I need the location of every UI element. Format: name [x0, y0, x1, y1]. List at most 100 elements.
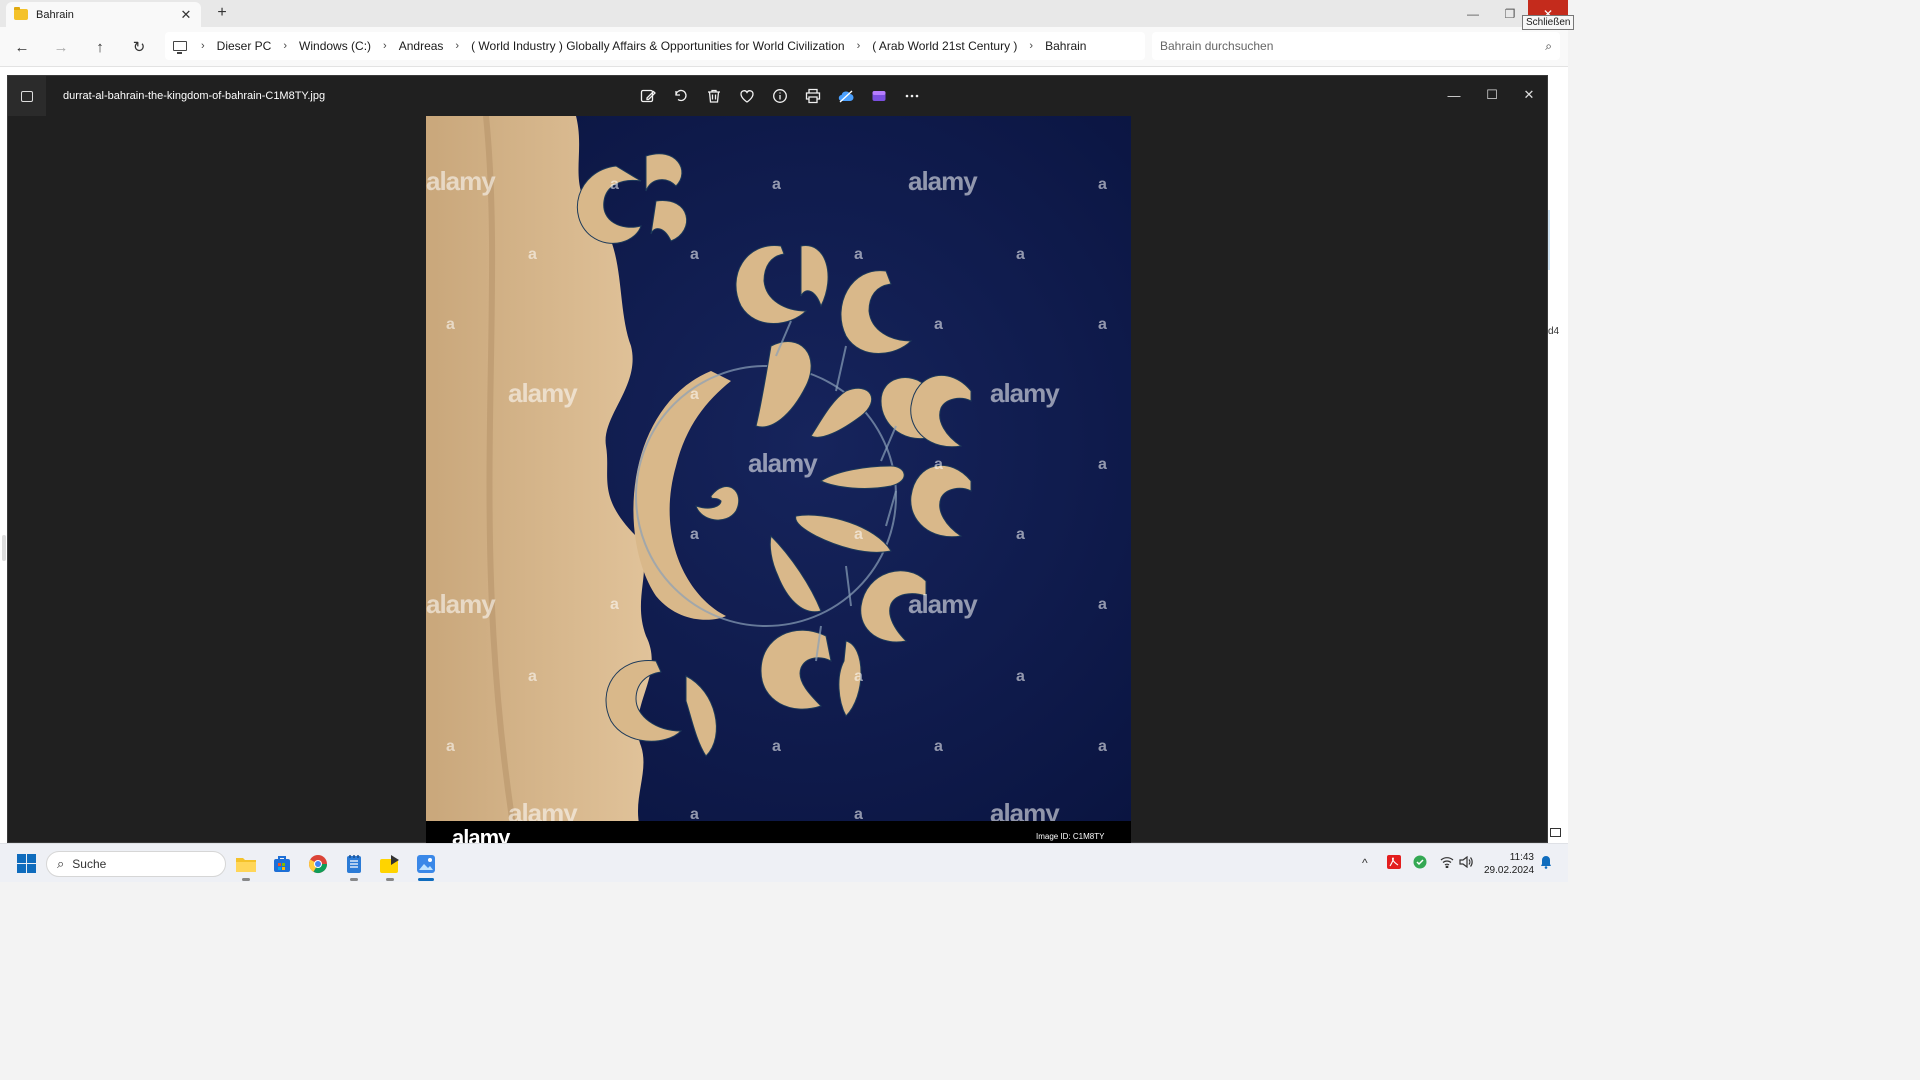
search-input[interactable]: Bahrain durchsuchen ⌕ — [1152, 32, 1560, 60]
breadcrumb-dieser-pc[interactable]: Dieser PC — [217, 39, 272, 53]
start-windows-icon[interactable] — [17, 854, 36, 873]
watermark-a: a — [854, 668, 863, 685]
chevron-right-icon[interactable]: › — [455, 40, 459, 52]
new-tab-button[interactable]: + — [213, 4, 231, 22]
photos-icon[interactable] — [414, 852, 438, 881]
image-id-label: Image ID: C1M8TY — [1036, 832, 1105, 841]
chevron-up-icon[interactable]: ^ — [1362, 856, 1368, 870]
more-icon[interactable] — [902, 86, 922, 106]
watermark-a: a — [446, 738, 455, 755]
resize-grip[interactable] — [2, 535, 6, 561]
viewer-topbar: durrat-al-bahrain-the-kingdom-of-bahrain… — [8, 76, 1547, 116]
breadcrumb-andreas[interactable]: Andreas — [399, 39, 444, 53]
tab-label: Bahrain — [36, 8, 74, 21]
notification-bell-icon[interactable] — [1540, 855, 1552, 872]
satellite-photo: alamy alamy alamy alamy alamy alamy alam… — [426, 116, 1131, 844]
photo-footer-strip: alamy Image ID: C1M8TY — [426, 821, 1131, 844]
photos-app-icon[interactable] — [8, 76, 46, 116]
tab-close-icon[interactable]: ✕ — [179, 7, 193, 23]
watermark-a: a — [446, 316, 455, 333]
viewer-filename: durrat-al-bahrain-the-kingdom-of-bahrain… — [63, 90, 326, 102]
chevron-right-icon[interactable]: › — [857, 40, 861, 52]
viewer-maximize-button[interactable]: ☐ — [1474, 80, 1510, 110]
search-placeholder: Bahrain durchsuchen — [1160, 39, 1274, 53]
breadcrumb-arab-world[interactable]: ( Arab World 21st Century ) — [872, 39, 1017, 53]
watermark-alamy: alamy — [508, 378, 578, 408]
photo-viewer-window: durrat-al-bahrain-the-kingdom-of-bahrain… — [7, 75, 1548, 844]
watermark-a: a — [690, 386, 699, 403]
acrobat-tray-icon[interactable] — [1387, 855, 1401, 872]
watermark-a: a — [1016, 668, 1025, 685]
clock-time: 11:43 — [1509, 852, 1534, 863]
watermark-a: a — [854, 246, 863, 263]
watermark-alamy: alamy — [990, 378, 1060, 408]
watermark-alamy: alamy — [908, 589, 978, 619]
viewer-toolbar — [638, 86, 922, 106]
address-bar[interactable]: › Dieser PC › Windows (C:) › Andreas › (… — [165, 32, 1145, 60]
player-icon[interactable] — [378, 852, 402, 881]
wifi-icon[interactable] — [1440, 856, 1454, 871]
edge-highlight — [1548, 210, 1550, 270]
taskbar-search-label: Suche — [72, 857, 107, 871]
watermark-a: a — [1098, 456, 1107, 473]
watermark-a: a — [934, 738, 943, 755]
notepad-icon[interactable] — [342, 852, 366, 881]
satellite-image-drawing — [426, 116, 1131, 844]
watermark-a: a — [772, 176, 781, 193]
watermark-a: a — [934, 456, 943, 473]
onedrive-icon[interactable] — [836, 86, 856, 106]
taskbar: ⌕ Suche ^ 11:43 29.02.2024 — [0, 843, 1568, 882]
watermark-a: a — [1016, 526, 1025, 543]
explorer-navbar: ← → ↑ ↻ › Dieser PC › Windows (C:) › And… — [0, 27, 1568, 67]
edit-icon[interactable] — [638, 86, 658, 106]
delete-icon[interactable] — [704, 86, 724, 106]
breadcrumb-windows-c[interactable]: Windows (C:) — [299, 39, 371, 53]
print-icon[interactable] — [803, 86, 823, 106]
folder-icon — [14, 7, 28, 20]
watermark-a: a — [1098, 596, 1107, 613]
rotate-icon[interactable] — [671, 86, 691, 106]
breadcrumb-bahrain[interactable]: Bahrain — [1045, 39, 1086, 53]
watermark-a: a — [934, 316, 943, 333]
watermark-a: a — [772, 738, 781, 755]
watermark-a: a — [690, 246, 699, 263]
chevron-right-icon[interactable]: › — [383, 40, 387, 52]
watermark-a: a — [1016, 246, 1025, 263]
chrome-icon[interactable] — [306, 852, 330, 876]
breadcrumb-world-industry[interactable]: ( World Industry ) Globally Affairs & Op… — [471, 39, 844, 53]
chevron-right-icon[interactable]: › — [201, 40, 205, 52]
forward-arrow-icon[interactable]: → — [51, 37, 71, 57]
minimize-button[interactable]: — — [1453, 0, 1493, 27]
search-icon: ⌕ — [57, 856, 65, 871]
watermark-a: a — [1098, 176, 1107, 193]
viewer-minimize-button[interactable]: — — [1436, 80, 1472, 110]
chevron-right-icon[interactable]: › — [283, 40, 287, 52]
refresh-icon[interactable]: ↻ — [129, 37, 149, 57]
volume-icon[interactable] — [1459, 855, 1473, 871]
watermark-a: a — [610, 596, 619, 613]
details-pane-icon[interactable] — [1550, 828, 1561, 837]
up-arrow-icon[interactable]: ↑ — [90, 37, 110, 57]
close-tooltip: Schließen — [1522, 15, 1575, 30]
watermark-alamy: alamy — [748, 448, 818, 478]
watermark-alamy: alamy — [426, 589, 496, 619]
file-explorer-icon[interactable] — [234, 852, 258, 881]
explorer-titlebar: Bahrain ✕ + — ❐ ✕ Schließen — [0, 0, 1575, 30]
chevron-right-icon[interactable]: › — [1029, 40, 1033, 52]
security-tray-icon[interactable] — [1413, 855, 1427, 872]
watermark-a: a — [528, 668, 537, 685]
tab-bahrain[interactable]: Bahrain ✕ — [6, 2, 201, 27]
clipchamp-icon[interactable] — [869, 86, 889, 106]
info-icon[interactable] — [770, 86, 790, 106]
favorite-icon[interactable] — [737, 86, 757, 106]
alamy-logo: alamy — [452, 825, 510, 844]
edge-text: d4 — [1548, 326, 1560, 337]
taskbar-search-input[interactable]: ⌕ Suche — [46, 851, 226, 877]
viewer-close-button[interactable]: ✕ — [1511, 80, 1547, 110]
computer-icon — [173, 41, 187, 54]
watermark-a: a — [528, 246, 537, 263]
microsoft-store-icon[interactable] — [270, 852, 294, 876]
back-arrow-icon[interactable]: ← — [12, 37, 32, 57]
watermark-alamy: alamy — [426, 166, 496, 196]
clock[interactable]: 11:43 29.02.2024 — [1484, 851, 1534, 877]
